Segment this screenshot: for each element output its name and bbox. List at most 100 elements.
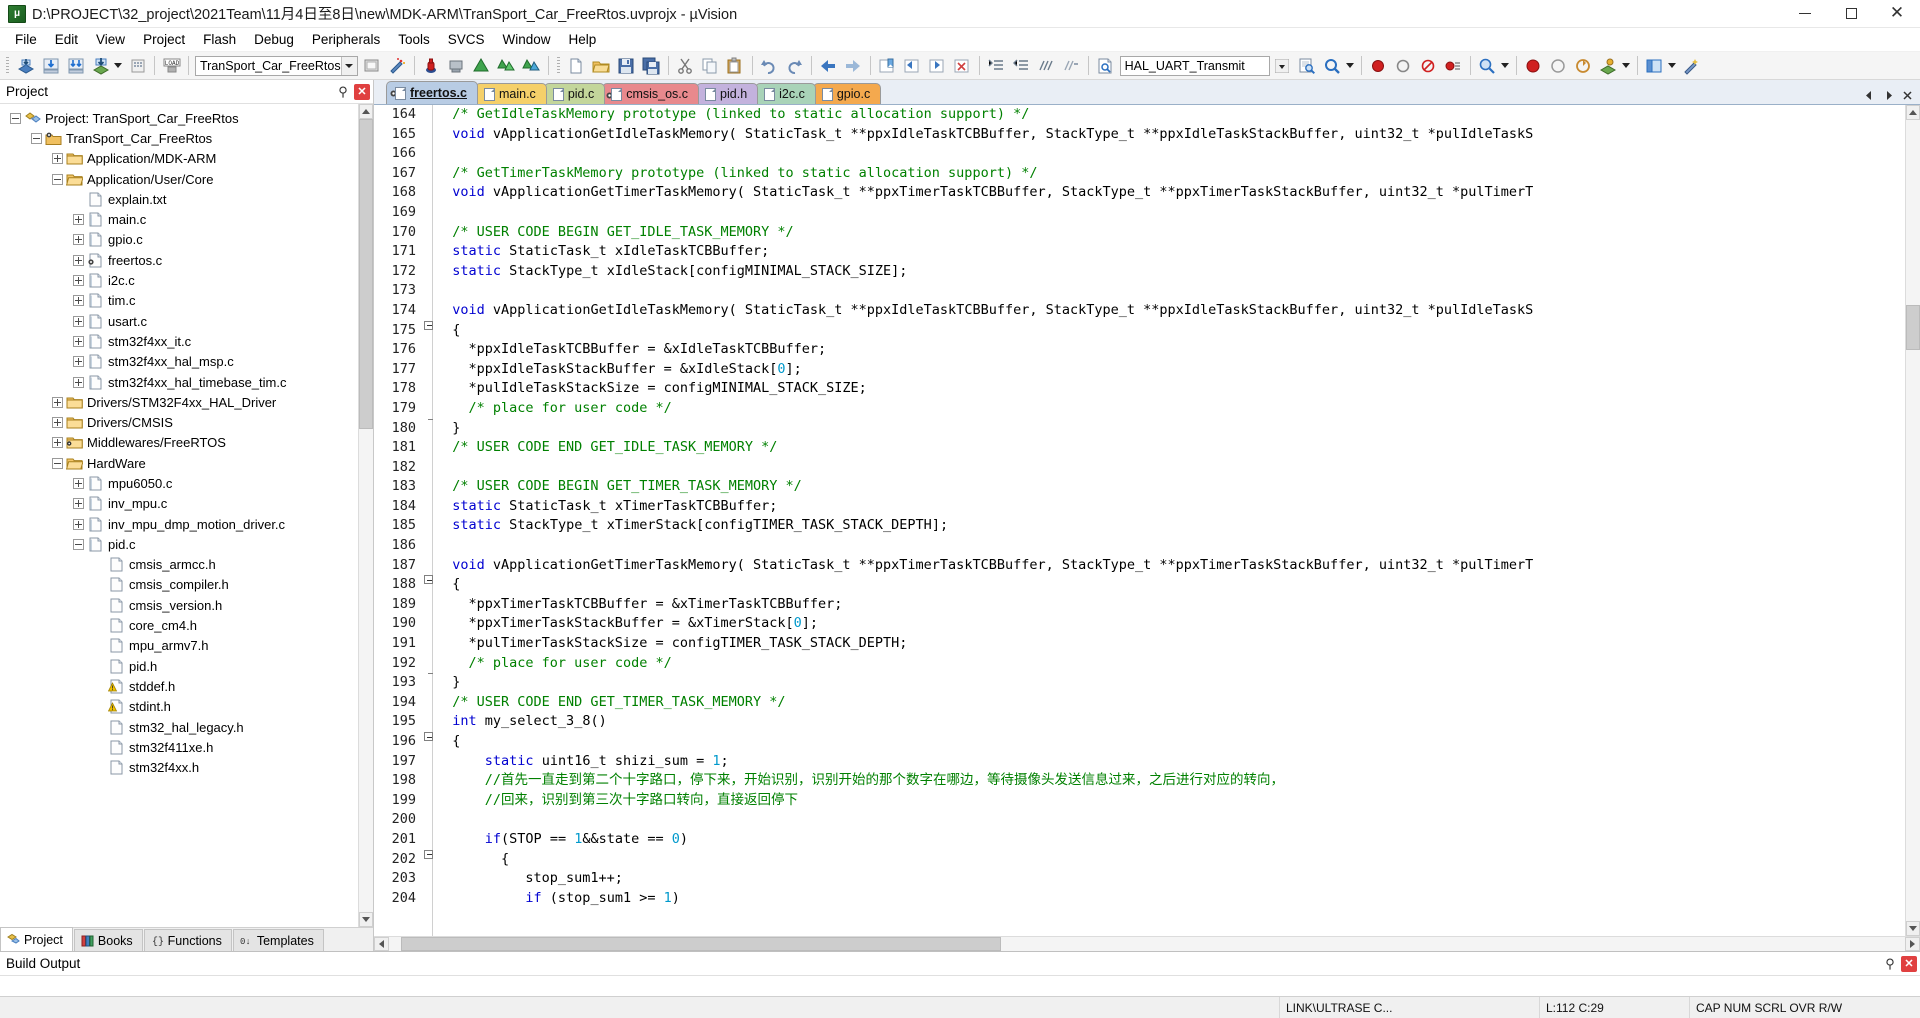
- menu-file[interactable]: File: [6, 30, 46, 49]
- function-search-icon[interactable]: [1094, 54, 1117, 77]
- project-tree-scrollbar[interactable]: [358, 104, 373, 927]
- find-in-files-icon[interactable]: [1296, 54, 1319, 77]
- window-layout-dropdown-icon[interactable]: [1667, 63, 1676, 68]
- editor-tab-pid-c[interactable]: pid.c: [543, 83, 606, 104]
- tree-item-stm32f4xx-hal-msp-c[interactable]: stm32f4xx_hal_msp.c: [2, 352, 358, 372]
- tree-item-stm32f4xx-hal-timebase-tim-c[interactable]: stm32f4xx_hal_timebase_tim.c: [2, 372, 358, 392]
- code-line[interactable]: 199 //回来，识别到第三次十字路口转向，直接返回停下: [374, 791, 1905, 811]
- save-icon[interactable]: [615, 54, 638, 77]
- pane-tab-functions[interactable]: {} Functions: [143, 929, 232, 951]
- pane-tab-templates[interactable]: 0↓ Templates: [232, 929, 324, 951]
- code-line[interactable]: 187 void vApplicationGetTimerTaskMemory(…: [374, 556, 1905, 576]
- code-line[interactable]: 166: [374, 144, 1905, 164]
- editor-tab-gpio-c[interactable]: gpio.c: [812, 83, 882, 104]
- code-line[interactable]: 165 void vApplicationGetIdleTaskMemory( …: [374, 125, 1905, 145]
- breakpoint-list-icon[interactable]: [1442, 54, 1465, 77]
- code-line[interactable]: 176 *ppxIdleTaskTCBBuffer = &xIdleTaskTC…: [374, 340, 1905, 360]
- function-search-input[interactable]: HAL_UART_Transmit: [1119, 55, 1270, 76]
- reset-icon[interactable]: [1572, 54, 1595, 77]
- fold-marker[interactable]: [420, 575, 436, 585]
- navigate-forward-icon[interactable]: [842, 54, 865, 77]
- configure-flash-icon[interactable]: [126, 54, 149, 77]
- tree-item-cmsis-compiler-h[interactable]: cmsis_compiler.h: [2, 575, 358, 595]
- menu-help[interactable]: Help: [560, 30, 606, 49]
- collapse-icon[interactable]: [31, 132, 42, 144]
- code-line[interactable]: 190 *ppxTimerTaskStackBuffer = &xTimerSt…: [374, 614, 1905, 634]
- tree-item-inv-mpu-c[interactable]: inv_mpu.c: [2, 494, 358, 514]
- rebuild-icon[interactable]: [39, 54, 62, 77]
- tree-item-stm32f411xe-h[interactable]: stm32f411xe.h: [2, 737, 358, 757]
- find-icon[interactable]: [1321, 54, 1344, 77]
- scroll-left-icon[interactable]: [374, 937, 389, 951]
- scroll-track[interactable]: [389, 937, 1905, 951]
- tree-item-application-user-core[interactable]: Application/User/Core: [2, 169, 358, 189]
- code-line[interactable]: 203 stop_sum1++;: [374, 869, 1905, 889]
- collapse-icon[interactable]: [73, 538, 84, 550]
- expand-icon[interactable]: [52, 153, 63, 165]
- code-line[interactable]: 200: [374, 810, 1905, 830]
- insert-breakpoint-icon[interactable]: [445, 54, 468, 77]
- tree-item-stm32f4xx-h[interactable]: stm32f4xx.h: [2, 758, 358, 778]
- close-icon[interactable]: ✕: [1901, 955, 1917, 972]
- expand-icon[interactable]: [73, 234, 84, 246]
- fold-marker[interactable]: [420, 320, 436, 330]
- collapse-icon[interactable]: [52, 173, 63, 185]
- scroll-right-icon[interactable]: [1905, 937, 1920, 951]
- code-line[interactable]: 204 if (stop_sum1 >= 1): [374, 889, 1905, 909]
- tree-item-stdint-h[interactable]: stdint.h: [2, 697, 358, 717]
- chevron-down-icon[interactable]: [1271, 54, 1294, 77]
- tree-item-main-c[interactable]: main.c: [2, 209, 358, 229]
- code-line[interactable]: 182: [374, 458, 1905, 478]
- tree-item-transport-car-freertos[interactable]: TranSport_Car_FreeRtos: [2, 128, 358, 148]
- scroll-up-icon[interactable]: [359, 104, 373, 119]
- load-icon[interactable]: LOAD: [160, 54, 183, 77]
- expand-icon[interactable]: [73, 254, 84, 266]
- code-line[interactable]: 201 if(STOP == 1&&state == 0): [374, 830, 1905, 850]
- editor-tab-main-c[interactable]: main.c: [474, 83, 547, 104]
- undo-icon[interactable]: [758, 54, 781, 77]
- expand-icon[interactable]: [73, 477, 84, 489]
- editor-tab-freertos-c[interactable]: freertos.c: [386, 81, 478, 104]
- code-line[interactable]: 194 /* USER CODE END GET_TIMER_TASK_MEMO…: [374, 693, 1905, 713]
- code-line[interactable]: 171 static StaticTask_t xIdleTaskTCBBuff…: [374, 242, 1905, 262]
- breakpoint-clear-icon[interactable]: [1417, 54, 1440, 77]
- code-line[interactable]: 175 {: [374, 320, 1905, 341]
- tree-item-core-cm4-h[interactable]: core_cm4.h: [2, 615, 358, 635]
- download-dropdown-icon[interactable]: [114, 63, 122, 68]
- zoom-icon[interactable]: [1476, 54, 1499, 77]
- tree-item-drivers-cmsis[interactable]: Drivers/CMSIS: [2, 412, 358, 432]
- tree-item-application-mdk-arm[interactable]: Application/MDK-ARM: [2, 149, 358, 169]
- close-button[interactable]: ✕: [1874, 0, 1920, 28]
- bookmark-toggle-icon[interactable]: [876, 54, 899, 77]
- redo-icon[interactable]: [783, 54, 806, 77]
- navigate-back-icon[interactable]: [817, 54, 840, 77]
- menu-peripherals[interactable]: Peripherals: [303, 30, 389, 49]
- tree-item-project-transport-car-freertos[interactable]: Project: TranSport_Car_FreeRtos: [2, 108, 358, 128]
- expand-icon[interactable]: [73, 315, 84, 327]
- menu-flash[interactable]: Flash: [194, 30, 245, 49]
- target-options-icon[interactable]: [361, 54, 384, 77]
- tree-item-cmsis-armcc-h[interactable]: cmsis_armcc.h: [2, 555, 358, 575]
- tree-item-usart-c[interactable]: usart.c: [2, 311, 358, 331]
- editor-tab-cmsis-os-c[interactable]: cmsis_os.c: [602, 83, 700, 104]
- pin-icon[interactable]: ⚲: [335, 84, 351, 100]
- code-line[interactable]: 186: [374, 536, 1905, 556]
- zoom-dropdown-icon[interactable]: [1500, 63, 1509, 68]
- code-line[interactable]: 185 static StackType_t xTimerStack[confi…: [374, 516, 1905, 536]
- collapse-icon[interactable]: [10, 112, 21, 124]
- code-line[interactable]: 202 {: [374, 849, 1905, 870]
- find-dropdown-icon[interactable]: [1345, 63, 1354, 68]
- tree-item-stddef-h[interactable]: stddef.h: [2, 676, 358, 696]
- expand-icon[interactable]: [73, 356, 84, 368]
- menu-tools[interactable]: Tools: [389, 30, 439, 49]
- expand-icon[interactable]: [52, 417, 63, 429]
- tree-item-pid-c[interactable]: pid.c: [2, 534, 358, 554]
- run-icon[interactable]: [1547, 54, 1570, 77]
- scroll-thumb[interactable]: [401, 937, 1001, 951]
- scroll-down-icon[interactable]: [1906, 921, 1920, 936]
- new-file-icon[interactable]: [565, 54, 588, 77]
- code-line[interactable]: 189 *ppxTimerTaskTCBBuffer = &xTimerTask…: [374, 595, 1905, 615]
- expand-icon[interactable]: [73, 214, 84, 226]
- expand-icon[interactable]: [52, 396, 63, 408]
- magic-wand-icon[interactable]: [1680, 54, 1703, 77]
